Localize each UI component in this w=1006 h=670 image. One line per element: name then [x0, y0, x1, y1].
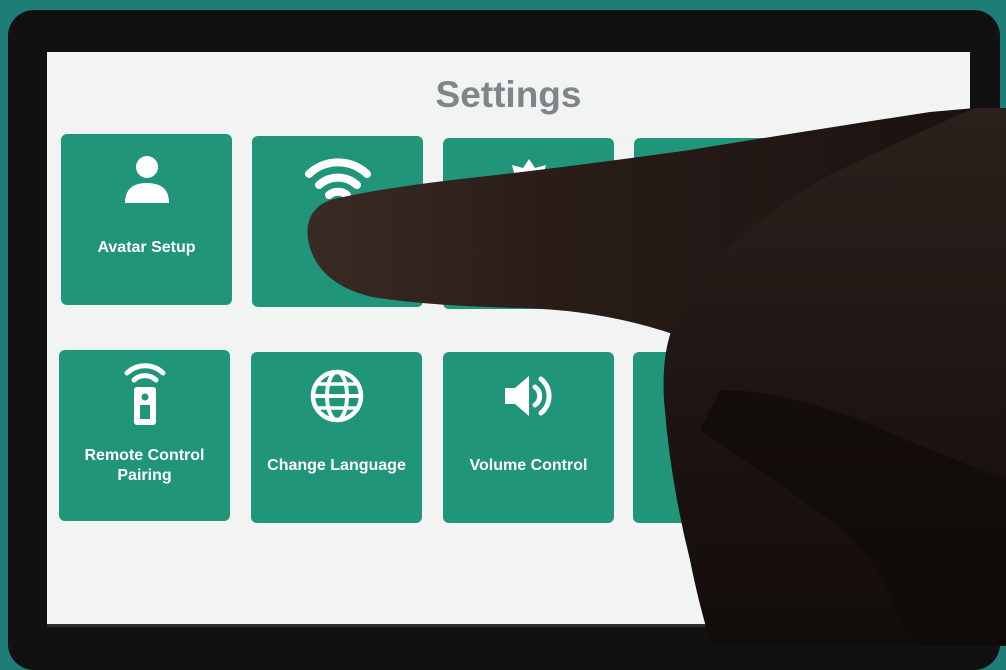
tile-label: Change Language — [267, 457, 406, 474]
tile-change-language[interactable]: Change Language — [251, 352, 422, 523]
tile-label: Avatar Setup — [97, 239, 196, 256]
wifi-icon — [252, 150, 423, 210]
tile-label: Volume Control — [469, 457, 588, 474]
speaker-icon — [443, 366, 614, 426]
page-title: Settings — [435, 74, 582, 115]
unknown-icon — [633, 366, 804, 426]
tile-label: Remote Control Pairing — [84, 447, 205, 484]
globe-icon — [251, 366, 422, 426]
tile-remote-control-pairing[interactable]: Remote Control Pairing — [59, 350, 230, 521]
tile-brightness[interactable] — [443, 138, 614, 309]
device-screen: Settings Avatar Setup Remote Control Pai… — [47, 52, 970, 627]
tile-avatar-setup[interactable]: Avatar Setup — [61, 134, 232, 305]
tile-volume-control[interactable]: Volume Control — [443, 352, 614, 523]
remote-control-icon — [59, 358, 230, 428]
user-icon — [61, 148, 232, 208]
tile-phone[interactable] — [634, 138, 805, 309]
phone-icon — [634, 152, 805, 212]
tile-wifi[interactable] — [252, 136, 423, 307]
tile-unknown[interactable] — [633, 352, 804, 523]
brightness-icon — [443, 152, 614, 212]
screen-bottom-edge — [47, 624, 970, 627]
